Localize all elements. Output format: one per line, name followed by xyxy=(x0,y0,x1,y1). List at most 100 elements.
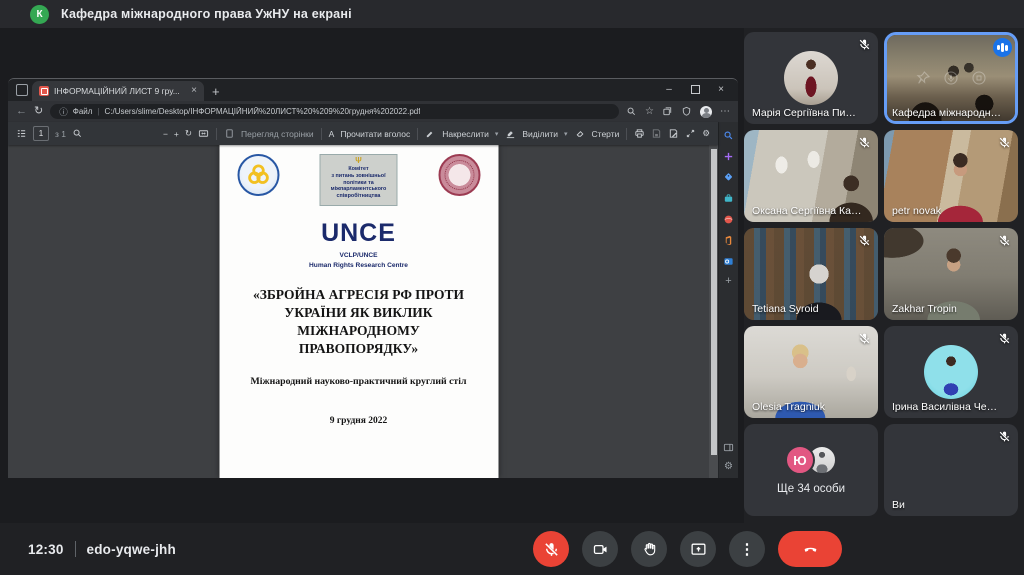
participant-tile[interactable]: Ви xyxy=(884,424,1018,516)
add-favorite-icon[interactable]: ☆ xyxy=(645,107,654,117)
page-number-field[interactable]: 1 xyxy=(33,126,49,141)
mic-off-icon xyxy=(998,332,1011,345)
refresh-icon[interactable]: ↻ xyxy=(34,106,43,117)
participant-tile[interactable]: Кафедра міжнародно... xyxy=(884,32,1018,124)
url-scheme-label: Файл xyxy=(73,107,93,116)
participant-name: Ірина Василівна Черн... xyxy=(892,401,1002,413)
url-divider: | xyxy=(97,107,99,116)
search-icon[interactable] xyxy=(723,129,735,141)
participants-grid: Марія Сергіївна Пили... Кафедра міжнарод… xyxy=(744,32,1018,516)
toc-icon[interactable] xyxy=(16,128,27,139)
tab-close-icon[interactable]: × xyxy=(191,86,197,96)
zoom-out-icon[interactable]: − xyxy=(163,129,168,139)
screen-share-stage: ІНФОРМАЦІЙНИЙ ЛИСТ 9 гру... × + – × ← ↻ … xyxy=(0,28,744,523)
mic-off-icon xyxy=(858,234,871,247)
print-icon[interactable] xyxy=(634,128,645,139)
presenter-avatar: К xyxy=(30,5,49,24)
participant-tile[interactable]: Zakhar Tropin xyxy=(884,228,1018,320)
browser-menu-icon[interactable]: ⋯ xyxy=(720,107,730,117)
zoom-page-icon[interactable] xyxy=(626,106,637,117)
participant-tile[interactable]: Оксана Сергіївна Кас... xyxy=(744,130,878,222)
rotate-icon[interactable]: ↻ xyxy=(185,128,192,139)
participant-tile[interactable]: Марія Сергіївна Пили... xyxy=(744,32,878,124)
raise-hand-button[interactable] xyxy=(631,531,667,567)
fit-width-icon[interactable] xyxy=(198,128,209,139)
audio-indicator-icon xyxy=(993,38,1012,57)
scrollbar-thumb[interactable] xyxy=(711,149,717,455)
window-maximize-button[interactable] xyxy=(682,79,708,99)
mic-off-icon xyxy=(858,38,871,51)
participant-tile[interactable]: Tetiana Syroid xyxy=(744,228,878,320)
pdf-viewport[interactable]: Ψ Комітет з питань зовнішньої політики т… xyxy=(8,145,709,478)
shopping-icon[interactable] xyxy=(723,171,735,183)
save-icon[interactable] xyxy=(651,128,662,139)
erase-button[interactable]: Стерти xyxy=(575,128,620,139)
overflow-count-label: Ще 34 особи xyxy=(777,483,845,495)
sidebar-settings-gear-icon[interactable]: ⚙ xyxy=(724,462,733,472)
office-365-icon[interactable] xyxy=(723,234,735,246)
fullscreen-icon[interactable] xyxy=(685,128,696,139)
zoom-in-icon[interactable]: + xyxy=(174,129,179,139)
participant-tile[interactable]: Olesia Tragniuk xyxy=(744,326,878,418)
page-view-button[interactable]: Перегляд сторінки xyxy=(224,128,314,139)
back-icon[interactable]: ← xyxy=(16,106,27,117)
highlight-button[interactable]: Виділити ▾ xyxy=(505,128,567,139)
browser-address-bar: ← ↻ ⓘ Файл | C:/Users/slime/Desktop/ІНФО… xyxy=(8,101,738,122)
save-as-icon[interactable] xyxy=(668,128,679,139)
document-subtitle: Міжнародний науково-практичний круглий с… xyxy=(233,376,484,387)
presentation-banner: К Кафедра міжнародного права УжНУ на екр… xyxy=(0,0,1024,28)
pin-icon xyxy=(915,70,931,86)
camera-icon xyxy=(592,541,609,558)
pdf-toolbar: 1 з 1 − + ↻ xyxy=(8,122,718,145)
tab-actions-icon[interactable] xyxy=(12,81,32,99)
present-screen-button[interactable] xyxy=(680,531,716,567)
chevron-down-icon: ▾ xyxy=(564,130,568,138)
present-icon xyxy=(690,541,707,558)
page-count-label: з 1 xyxy=(55,129,66,139)
participant-name: Olesia Tragniuk xyxy=(752,401,825,413)
draw-pen-icon xyxy=(425,128,436,139)
participant-tile[interactable]: petr novak xyxy=(884,130,1018,222)
browser-essentials-icon[interactable] xyxy=(681,106,692,117)
draw-button[interactable]: Накреслити ▾ xyxy=(425,128,498,139)
tools-icon[interactable] xyxy=(723,192,735,204)
browser-tab-pdf[interactable]: ІНФОРМАЦІЙНИЙ ЛИСТ 9 гру... × xyxy=(32,81,204,101)
collections-icon[interactable] xyxy=(662,106,673,117)
read-aloud-button[interactable]: A Прочитати вголос xyxy=(329,129,411,139)
window-close-button[interactable]: × xyxy=(708,79,734,99)
outlook-icon[interactable] xyxy=(723,255,735,267)
games-icon[interactable] xyxy=(723,213,735,225)
new-tab-button[interactable]: + xyxy=(212,85,220,98)
mic-toggle-button[interactable] xyxy=(533,531,569,567)
tab-title: ІНФОРМАЦІЙНИЙ ЛИСТ 9 гру... xyxy=(54,86,186,96)
camera-toggle-button[interactable] xyxy=(582,531,618,567)
participant-tile[interactable]: Ірина Василівна Черн... xyxy=(884,326,1018,418)
participant-name: Ви xyxy=(892,499,905,511)
participant-tile[interactable]: Ю Ще 34 особи xyxy=(744,424,878,516)
participant-name: Марія Сергіївна Пили... xyxy=(752,107,862,119)
pdf-scrollbar[interactable] xyxy=(709,145,718,478)
committee-text: Комітет з питань зовнішньої політики та … xyxy=(323,166,395,200)
page-view-icon xyxy=(224,128,235,139)
participant-name: petr novak xyxy=(892,205,941,217)
chevron-down-icon: ▾ xyxy=(495,130,499,138)
window-minimize-button[interactable]: – xyxy=(656,79,682,99)
pdf-page: Ψ Комітет з питань зовнішньої політики т… xyxy=(219,145,498,478)
end-call-button[interactable] xyxy=(778,531,842,567)
participant-name: Оксана Сергіївна Кас... xyxy=(752,205,862,217)
mic-off-icon xyxy=(998,136,1011,149)
more-options-button[interactable]: ⋮ xyxy=(729,531,765,567)
browser-profile-avatar[interactable] xyxy=(700,106,712,118)
meet-control-bar: 12:30 edo-yqwe-jhh ⋮ xyxy=(0,523,1024,575)
participant-name: Zakhar Tropin xyxy=(892,303,957,315)
shared-browser-window: ІНФОРМАЦІЙНИЙ ЛИСТ 9 гру... × + – × ← ↻ … xyxy=(8,78,738,478)
discover-icon[interactable] xyxy=(723,150,735,162)
document-title: «ЗБРОЙНА АГРЕСІЯ РФ ПРОТИ УКРАЇНИ ЯК ВИК… xyxy=(233,286,484,359)
search-document-icon[interactable] xyxy=(72,128,83,139)
url-field[interactable]: ⓘ Файл | C:/Users/slime/Desktop/ІНФОРМАЦ… xyxy=(50,104,619,119)
pdf-settings-gear-icon[interactable]: ⚙ xyxy=(702,128,710,139)
sidebar-panel-icon[interactable] xyxy=(723,441,735,453)
file-info-icon: ⓘ xyxy=(59,106,68,118)
hand-icon xyxy=(641,541,658,558)
add-sidebar-item-icon[interactable]: + xyxy=(725,276,731,287)
